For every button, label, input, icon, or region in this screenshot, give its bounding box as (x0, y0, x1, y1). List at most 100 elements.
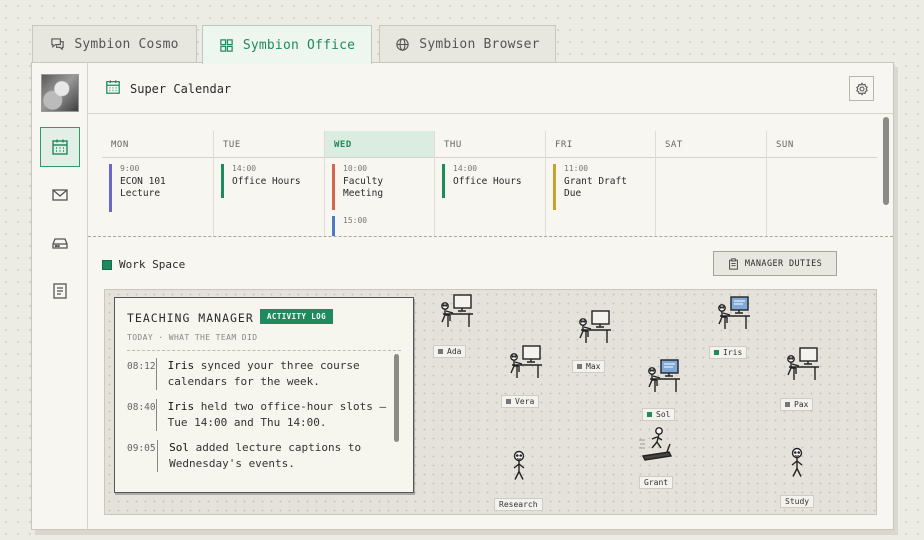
standing-person-icon (513, 450, 525, 480)
header-divider (88, 113, 893, 114)
day-label: TUE (214, 131, 324, 158)
desk-worker-active-icon (718, 296, 750, 329)
day-column-thu: THU 14:00 Office Hours (434, 131, 545, 237)
agent-ada-desk[interactable] (439, 294, 475, 330)
grid-icon (220, 38, 233, 52)
event-time: 14:00 (453, 164, 478, 173)
day-label: THU (435, 131, 545, 158)
workspace-indicator (102, 259, 112, 270)
event-title: Grant Draft Due (564, 176, 627, 199)
log-entry-time: 08:40 (127, 402, 156, 413)
log-scrollbar[interactable] (394, 354, 399, 442)
calendar-event[interactable]: 14:00 Office Hours (221, 164, 313, 198)
day-label: FRI (546, 131, 655, 158)
day-column-sat: SAT (655, 131, 766, 237)
calendar-icon (106, 80, 120, 94)
log-entry-actor: Iris (167, 400, 195, 413)
week-calendar: MON 9:00 ECON 101 Lecture TUE 14:00 Offi… (102, 131, 877, 237)
event-time: 15:00 (343, 216, 368, 225)
log-title: TEACHING MANAGER (127, 311, 254, 325)
sidebar-document-button[interactable] (40, 271, 80, 311)
workspace-label: Work Space (102, 258, 185, 271)
document-icon (53, 283, 67, 299)
desk-worker-icon (441, 294, 473, 327)
workspace-title: Work Space (119, 258, 186, 271)
agent-nametag: Max (572, 360, 606, 373)
manager-duties-button[interactable]: MANAGER DUTIES (713, 251, 837, 276)
sidebar-calendar-button[interactable] (40, 127, 80, 167)
log-entry-text: Iris synced your three course calendars … (155, 358, 391, 390)
agent-max-desk[interactable] (577, 310, 613, 346)
log-entry-time: 09:05 (127, 443, 156, 454)
agent-grant-treadmill[interactable] (637, 426, 677, 466)
agent-study-standing[interactable] (789, 447, 805, 481)
day-column-tue: TUE 14:00 Office Hours (213, 131, 324, 237)
event-title: Office Hours (453, 176, 522, 187)
tab-symbion-browser[interactable]: Symbion Browser (379, 25, 556, 63)
log-entry: 09:05 Sol added lecture captions to Wedn… (127, 440, 391, 472)
avatar[interactable] (41, 74, 79, 112)
sidebar (32, 63, 88, 529)
event-time: 11:00 (564, 164, 589, 173)
app-window: Super Calendar MON 9:00 ECON 101 Lecture… (31, 62, 894, 530)
agent-sol-desk[interactable] (646, 359, 682, 395)
log-divider (127, 350, 401, 351)
globe-icon (396, 38, 409, 51)
manager-duties-label: MANAGER DUTIES (744, 258, 823, 269)
calendar-event[interactable]: 10:00 Faculty Meeting (332, 164, 424, 210)
day-column-sun: SUN (766, 131, 877, 237)
tab-label: Symbion Cosmo (74, 37, 179, 52)
agent-nametag: Research (494, 498, 543, 511)
day-label: WED (325, 131, 434, 158)
tab-label: Symbion Office (242, 37, 356, 53)
log-subtitle: TODAY · WHAT THE TEAM DID (127, 333, 258, 342)
agent-iris-desk[interactable] (716, 296, 752, 332)
calendar-scrollbar[interactable] (883, 117, 889, 205)
agent-pax-desk[interactable] (785, 347, 821, 383)
event-title: ECON 101 Lecture (120, 176, 166, 199)
day-column-fri: FRI 11:00 Grant Draft Due (545, 131, 655, 237)
tab-symbion-cosmo[interactable]: Symbion Cosmo (32, 25, 197, 63)
log-entry: 08:12 Iris synced your three course cale… (127, 358, 391, 390)
activity-log-badge: ACTIVITY LOG (260, 309, 333, 324)
calendar-event[interactable]: 9:00 ECON 101 Lecture (109, 164, 201, 212)
event-time: 10:00 (343, 164, 368, 173)
log-entry-text: Sol added lecture captions to Wednesday'… (157, 440, 391, 472)
log-entry: 08:40 Iris held two office-hour slots — … (127, 399, 391, 431)
sidebar-mail-button[interactable] (40, 175, 80, 215)
calendar-event[interactable]: 11:00 Grant Draft Due (553, 164, 643, 210)
chat-icon (51, 38, 64, 51)
agent-nametag: Sol (642, 408, 676, 421)
event-time: 14:00 (232, 164, 257, 173)
day-label: SUN (767, 131, 877, 158)
log-entry-text: Iris held two office-hour slots — Tue 14… (155, 399, 391, 431)
agent-nametag: Ada (433, 345, 467, 358)
calendar-event[interactable]: 15:00 (332, 216, 424, 236)
day-label: SAT (656, 131, 766, 158)
agent-nametag: Vera (501, 395, 540, 408)
treadmill-runner-icon (639, 427, 673, 461)
tab-label: Symbion Browser (419, 37, 540, 52)
agent-research-standing[interactable] (511, 450, 527, 484)
section-divider (88, 236, 893, 237)
standing-person-icon (791, 447, 803, 477)
settings-button[interactable] (849, 76, 874, 101)
drive-icon (52, 238, 68, 249)
desk-worker-icon (579, 310, 611, 343)
activity-log-panel: TEACHING MANAGER ACTIVITY LOG TODAY · WH… (114, 297, 414, 493)
agent-nametag: Iris (709, 346, 748, 359)
calendar-event[interactable]: 14:00 Office Hours (442, 164, 534, 198)
agent-nametag: Grant (639, 476, 674, 489)
day-column-mon: MON 9:00 ECON 101 Lecture (102, 131, 213, 237)
day-label: MON (102, 131, 213, 158)
gear-icon (855, 81, 868, 96)
desk-worker-active-icon (648, 359, 680, 392)
event-time: 9:00 (120, 164, 140, 173)
sidebar-drive-button[interactable] (40, 223, 80, 263)
log-entry-actor: Sol (169, 441, 189, 454)
agent-vera-desk[interactable] (508, 345, 544, 381)
calendar-icon (52, 139, 68, 155)
agent-nametag: Pax (780, 398, 814, 411)
tab-symbion-office[interactable]: Symbion Office (202, 25, 372, 64)
log-entry-time: 08:12 (127, 361, 156, 372)
